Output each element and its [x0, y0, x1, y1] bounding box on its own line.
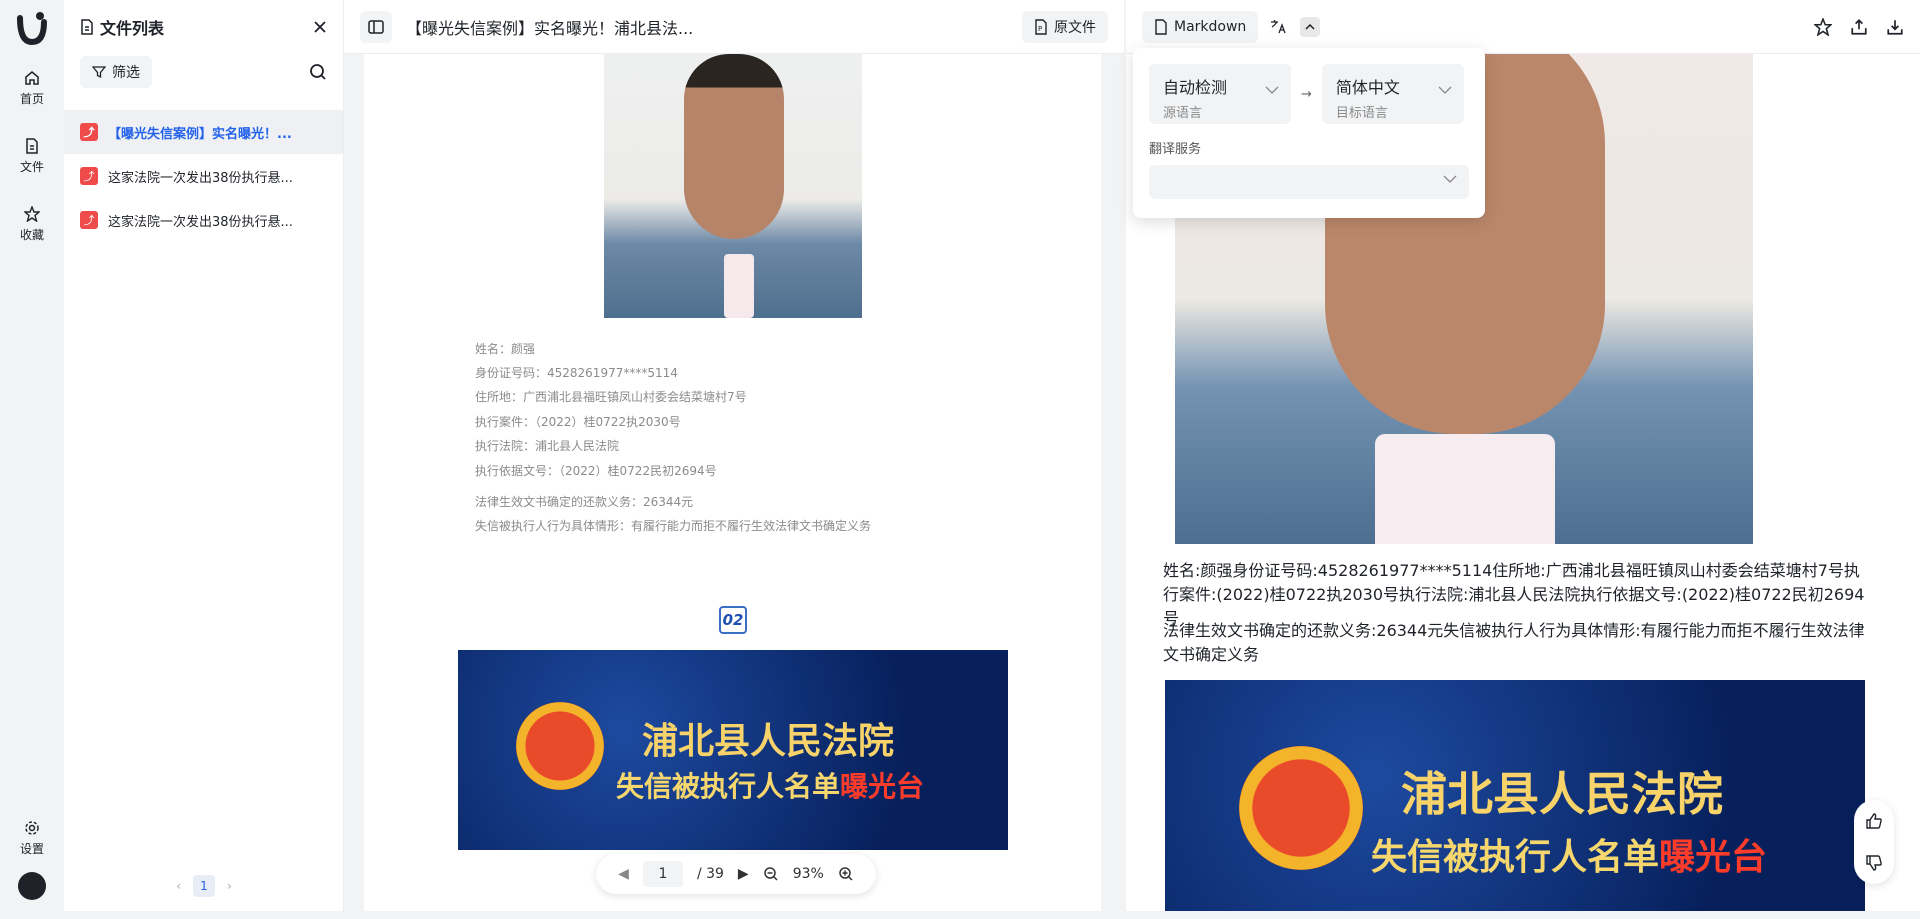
pdf-icon: ⤴	[80, 167, 98, 185]
prev-page-icon[interactable]: ◀	[618, 866, 629, 882]
file-name: 这家法院一次发出38份执行悬...	[108, 170, 293, 186]
filter-label: 筛选	[112, 65, 140, 81]
translation-service-label: 翻译服务	[1149, 142, 1202, 157]
file-icon	[26, 138, 38, 154]
feedback-widget	[1854, 800, 1894, 884]
file-item[interactable]: ⤴ 这家法院一次发出38份执行悬...	[64, 154, 343, 198]
file-list-panel: 文件列表 筛选 ⤴ 【曝光失信案例】实名曝光！... ⤴ 这家法院一次发出38份…	[64, 0, 344, 911]
document-icon: P	[1035, 18, 1047, 35]
rail-files[interactable]: 文件	[0, 138, 64, 175]
file-list-title: 文件列表	[100, 19, 165, 38]
home-icon	[25, 71, 39, 85]
rail-favorites-label: 收藏	[19, 228, 44, 242]
search-icon[interactable]	[309, 63, 327, 81]
prev-page-icon[interactable]: ‹	[176, 879, 181, 893]
translation-service-select[interactable]	[1149, 165, 1469, 199]
markdown-label: Markdown	[1174, 18, 1247, 35]
banner-subtitle: 失信被执行人名单曝光台	[616, 770, 925, 803]
markdown-doc-icon	[1155, 18, 1167, 35]
page-total: / 39	[696, 866, 724, 882]
source-language-value: 自动检测	[1163, 78, 1228, 97]
pdf-viewer[interactable]: 姓名：颜强 身份证号码：4528261977****5114 住所地：广西浦北县…	[344, 54, 1124, 911]
chevron-down-icon	[1438, 86, 1452, 94]
rail-home[interactable]: 首页	[0, 70, 64, 107]
info-name: 姓名：颜强	[475, 342, 536, 356]
info-id: 身份证号码：4528261977****5114	[475, 366, 678, 380]
next-page-icon[interactable]: ▶	[738, 866, 749, 882]
chevron-down-icon	[1265, 86, 1279, 94]
target-language-select[interactable]: 简体中文 目标语言	[1321, 64, 1464, 124]
translate-popover: 自动检测 源语言 → 简体中文 目标语言 翻译服务	[1133, 48, 1485, 218]
page-zoom-toolbar: ◀ 1 / 39 ▶ 93%	[596, 854, 876, 894]
rail-settings-label: 设置	[19, 842, 44, 856]
markdown-button[interactable]: Markdown	[1142, 10, 1259, 43]
chevron-up-icon	[1305, 23, 1315, 30]
file-list-pager: ‹ 1 ›	[64, 875, 344, 897]
star-icon	[24, 206, 40, 222]
pdf-icon: ⤴	[80, 123, 98, 141]
sidebar-icon	[368, 19, 384, 34]
target-language-label: 目标语言	[1335, 106, 1388, 121]
star-icon[interactable]	[1814, 17, 1832, 36]
page-number[interactable]: 1	[193, 875, 215, 897]
source-language-select[interactable]: 自动检测 源语言	[1149, 64, 1291, 124]
rail-home-label: 首页	[19, 92, 44, 106]
filter-icon	[92, 66, 106, 79]
rail-files-label: 文件	[19, 160, 44, 174]
document-title: 【曝光失信案例】实名曝光！浦北县法...	[406, 18, 694, 38]
thumbs-up-icon[interactable]	[1865, 812, 1883, 830]
section-number-badge: 02	[719, 606, 747, 634]
share-icon[interactable]	[1850, 18, 1868, 36]
info-basis: 执行依据文号：（2022）桂0722民初2694号	[475, 464, 717, 478]
pdf-icon: ⤴	[80, 211, 98, 229]
court-emblem-icon	[1239, 746, 1363, 870]
file-name: 【曝光失信案例】实名曝光！...	[108, 126, 292, 142]
filter-button[interactable]: 筛选	[80, 56, 152, 88]
banner-court-name-large: 浦北县人民法院	[1401, 767, 1723, 821]
rail-settings[interactable]: 设置	[0, 820, 64, 857]
svg-text:P: P	[1038, 25, 1042, 33]
info-obligation: 法律生效文书确定的还款义务：26344元	[475, 495, 694, 509]
translate-icon[interactable]	[1270, 19, 1288, 35]
page-input[interactable]: 1	[642, 861, 683, 887]
gear-icon	[25, 821, 39, 835]
file-item[interactable]: ⤴ 【曝光失信案例】实名曝光！...	[64, 110, 343, 154]
collapse-translate-button[interactable]	[1300, 16, 1321, 37]
document-pane: 【曝光失信案例】实名曝光！浦北县法... P 原文件 姓名：颜强 身份证号码：4…	[344, 0, 1124, 911]
download-icon[interactable]	[1886, 18, 1904, 36]
file-name: 这家法院一次发出38份执行悬...	[108, 214, 293, 230]
avatar[interactable]	[18, 872, 46, 900]
zoom-level: 93%	[792, 866, 824, 882]
rail-favorites[interactable]: 收藏	[0, 206, 64, 243]
arrow-right-icon: →	[1301, 86, 1312, 102]
banner-subtitle-large: 失信被执行人名单曝光台	[1371, 837, 1768, 878]
close-icon[interactable]	[313, 20, 327, 34]
thumbs-down-icon[interactable]	[1865, 854, 1883, 872]
next-page-icon[interactable]: ›	[227, 879, 232, 893]
file-item[interactable]: ⤴ 这家法院一次发出38份执行悬...	[64, 198, 343, 242]
target-language-value: 简体中文	[1335, 78, 1400, 97]
markdown-paragraph-2: 法律生效文书确定的还款义务:26344元失信被执行人行为具体情形:有履行能力而拒…	[1163, 621, 1865, 664]
source-language-label: 源语言	[1163, 106, 1203, 121]
chevron-down-icon	[1443, 175, 1457, 183]
court-banner-large: 浦北县人民法院 失信被执行人名单曝光台	[1165, 680, 1865, 911]
court-banner: 浦北县人民法院 失信被执行人名单曝光台	[458, 650, 1008, 850]
person-photo	[604, 54, 862, 318]
original-file-label: 原文件	[1054, 19, 1096, 36]
zoom-in-icon[interactable]	[838, 866, 854, 882]
info-address: 住所地：广西浦北县福旺镇凤山村委会结菜塘村7号	[475, 390, 747, 404]
info-case: 执行案件：（2022）桂0722执2030号	[475, 415, 681, 429]
file-list-header: 文件列表	[64, 0, 343, 54]
toggle-sidebar-button[interactable]	[360, 10, 392, 43]
info-court: 执行法院：浦北县人民法院	[475, 439, 620, 453]
court-emblem-icon	[516, 702, 604, 790]
info-behavior: 失信被执行人行为具体情形：有履行能力而拒不履行生效法律文书确定义务	[475, 519, 872, 533]
app-logo[interactable]	[12, 8, 52, 48]
banner-court-name: 浦北县人民法院	[642, 721, 895, 762]
nav-rail: 首页 文件 收藏 设置	[0, 0, 64, 919]
pdf-page: 姓名：颜强 身份证号码：4528261977****5114 住所地：广西浦北县…	[364, 54, 1101, 911]
file-list-icon	[81, 19, 93, 35]
zoom-out-icon[interactable]	[763, 866, 779, 882]
original-file-button[interactable]: P 原文件	[1022, 10, 1108, 43]
